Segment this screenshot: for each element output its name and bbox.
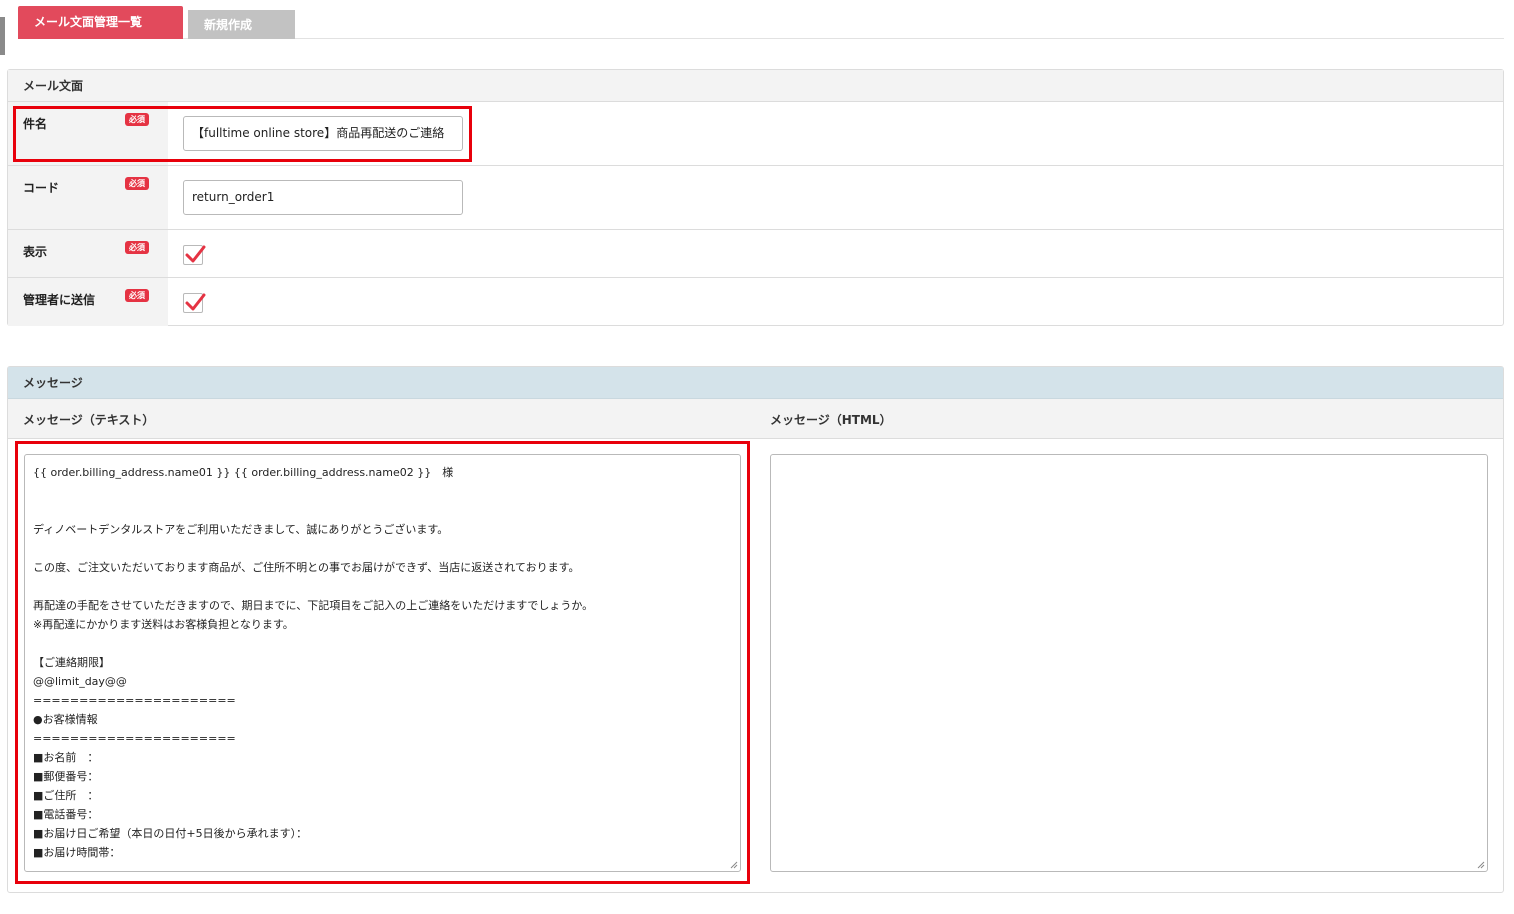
code-label: コード [23, 181, 60, 195]
message-text-line [33, 501, 732, 520]
display-checkbox[interactable] [183, 245, 206, 265]
message-text-line: ■お届け時間帯： [33, 846, 121, 859]
message-text-line: ディノベートデンタルストアをご利用いただきまして、誠にありがとうございます。 [33, 523, 449, 536]
message-text-line [33, 634, 732, 653]
message-text-line: ■お届け日ご希望（本日の日付+5日後から承れます）： [33, 827, 308, 840]
resize-grip-icon[interactable] [730, 861, 738, 869]
message-text-line: ■電話番号： [33, 808, 99, 821]
code-input[interactable]: return_order1 [183, 180, 463, 215]
message-text-line: ====================== [33, 694, 236, 707]
required-badge: 必須 [125, 177, 149, 190]
message-text-line: ■郵便番号： [33, 770, 99, 783]
display-label: 表示 [23, 245, 48, 259]
message-text-line: {{ order.billing_address.name01 }} {{ or… [33, 466, 454, 479]
subject-label: 件名 [23, 117, 48, 131]
required-badge: 必須 [125, 289, 149, 302]
display-row: 表示 必須 [8, 230, 1503, 278]
message-text-line [33, 482, 732, 501]
mail-panel-title: メール文面 [8, 70, 1503, 102]
message-text-label: メッセージ（テキスト） [23, 413, 155, 427]
message-text-line [33, 539, 732, 558]
send-admin-row: 管理者に送信 必須 [8, 278, 1503, 326]
message-panel-title: メッセージ [8, 367, 1503, 399]
code-row: コード 必須 return_order1 [8, 166, 1503, 230]
message-text-line: ====================== [33, 732, 236, 745]
send-admin-label: 管理者に送信 [23, 293, 96, 307]
message-html-label: メッセージ（HTML） [770, 413, 892, 427]
message-text-line: この度、ご注文いただいております商品が、ご住所不明との事でお届けができず、当店に… [33, 561, 580, 574]
tab-mail-list[interactable]: メール文面管理一覧 [18, 6, 183, 39]
message-panel: メッセージ メッセージ（テキスト） メッセージ（HTML） {{ order.b… [7, 366, 1504, 893]
message-html-content [771, 455, 1487, 463]
required-badge: 必須 [125, 113, 149, 126]
message-text-line: @@limit_day@@ [33, 675, 127, 688]
message-text-line: 再配達の手配をさせていただきますので、期日までに、下記項目をご記入の上ご連絡をい… [33, 599, 594, 612]
message-text-line: ■お名前 ： [33, 751, 99, 764]
send-admin-checkbox[interactable] [183, 293, 206, 313]
message-text-line: ●お客様情報 [33, 713, 98, 726]
resize-grip-icon[interactable] [1477, 861, 1485, 869]
message-text-area[interactable]: {{ order.billing_address.name01 }} {{ or… [24, 454, 741, 872]
message-text-line: ■ご住所 ： [33, 789, 99, 802]
message-html-area[interactable] [770, 454, 1488, 872]
message-subheader: メッセージ（テキスト） メッセージ（HTML） [8, 399, 1503, 439]
checkmark-icon [185, 245, 206, 263]
subject-row: 件名 必須 【fulltime online store】商品再配送のご連絡 [8, 102, 1503, 166]
tab-bar: メール文面管理一覧 新規作成 [18, 6, 1504, 39]
message-text-line: ※再配達にかかります送料はお客様負担となります。 [33, 618, 294, 631]
checkmark-icon [185, 293, 206, 311]
message-text-line: 【ご連絡期限】 [33, 656, 110, 669]
message-text-content: {{ order.billing_address.name01 }} {{ or… [25, 455, 740, 872]
tab-new[interactable]: 新規作成 [188, 10, 295, 39]
side-handle[interactable] [0, 17, 5, 55]
required-badge: 必須 [125, 241, 149, 254]
message-text-line [33, 577, 732, 596]
mail-panel: メール文面 件名 必須 【fulltime online store】商品再配送… [7, 69, 1504, 326]
message-text-line: --------------------- [33, 865, 117, 872]
subject-input[interactable]: 【fulltime online store】商品再配送のご連絡 [183, 116, 463, 151]
